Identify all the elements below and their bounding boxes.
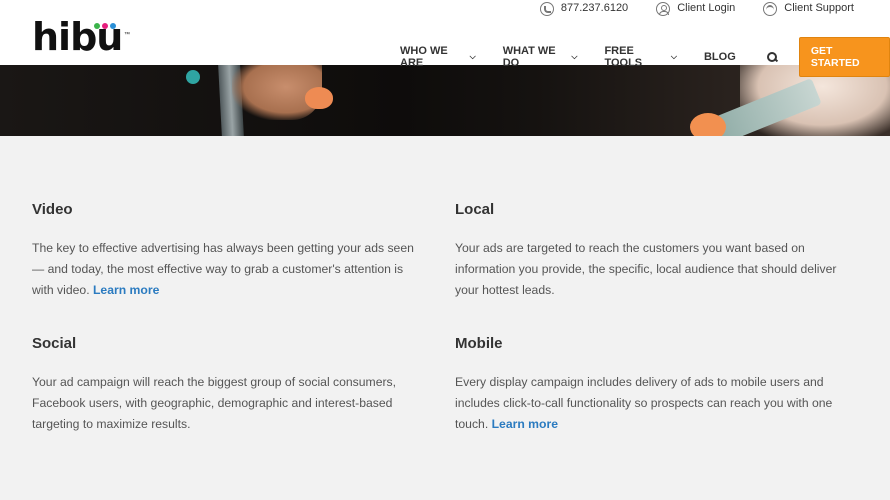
chevron-down-icon: ⌵	[670, 52, 677, 61]
feature-body: The key to effective advertising has alw…	[32, 238, 427, 301]
logo-dot-green	[94, 23, 100, 29]
search-icon[interactable]	[766, 51, 777, 63]
nav-label: WHAT WE DO	[502, 45, 556, 69]
site-header: hibu ™ 877.237.6120 Client Login Client …	[0, 0, 890, 77]
chevron-down-icon: ⌵	[571, 52, 578, 61]
nav-label: WHO WE ARE	[400, 45, 448, 69]
headset-icon	[763, 2, 778, 16]
main-nav: WHO WE ARE ⌵ WHAT WE DO ⌵ FREE TOOLS ⌵ B…	[400, 37, 890, 77]
chevron-down-icon: ⌵	[469, 52, 476, 61]
client-login-label: Client Login	[677, 2, 736, 14]
hero-detail-nail-right	[690, 113, 726, 136]
feature-body: Your ads are targeted to reach the custo…	[455, 241, 837, 297]
hero-detail-teal	[186, 70, 200, 84]
logo-dot-pink	[102, 23, 108, 29]
user-icon	[656, 2, 671, 16]
feature-local: Local Your ads are targeted to reach the…	[455, 201, 850, 301]
feature-text: The key to effective advertising has alw…	[32, 241, 414, 297]
feature-title: Video	[32, 201, 73, 218]
feature-title: Mobile	[455, 335, 503, 352]
client-login-link[interactable]: Client Login	[656, 2, 735, 16]
feature-social: Social Your ad campaign will reach the b…	[32, 335, 427, 435]
nav-item-free-tools[interactable]: FREE TOOLS ⌵	[604, 45, 677, 69]
learn-more-link[interactable]: Learn more	[492, 417, 558, 431]
nav-label: BLOG	[703, 51, 736, 63]
learn-more-link[interactable]: Learn more	[93, 283, 159, 297]
feature-title: Social	[32, 335, 77, 352]
client-support-label: Client Support	[784, 2, 854, 14]
hero-detail-nail-left	[305, 87, 333, 109]
nav-item-what-we-do[interactable]: WHAT WE DO ⌵	[503, 45, 578, 69]
feature-mobile: Mobile Every display campaign includes d…	[455, 335, 850, 435]
nav-item-blog[interactable]: BLOG	[704, 51, 736, 63]
get-started-button[interactable]: GET STARTED	[798, 37, 890, 77]
utility-bar: 877.237.6120 Client Login Client Support	[512, 2, 854, 16]
feature-body: Your ad campaign will reach the biggest …	[32, 375, 397, 431]
hibu-logo[interactable]: hibu ™	[32, 16, 130, 58]
feature-body: Every display campaign includes delivery…	[455, 372, 850, 435]
nav-item-who-we-are[interactable]: WHO WE ARE ⌵	[400, 45, 476, 69]
phone-icon	[539, 2, 554, 16]
trademark-mark: ™	[124, 32, 130, 38]
feature-video: Video The key to effective advertising h…	[32, 201, 427, 301]
nav-label: FREE TOOLS	[604, 45, 643, 69]
phone-link[interactable]: 877.237.6120	[539, 2, 629, 16]
feature-title: Local	[455, 201, 495, 218]
logo-dot-blue	[110, 23, 116, 29]
logo-dots	[94, 16, 118, 34]
phone-number: 877.237.6120	[560, 2, 629, 14]
client-support-link[interactable]: Client Support	[763, 2, 854, 16]
